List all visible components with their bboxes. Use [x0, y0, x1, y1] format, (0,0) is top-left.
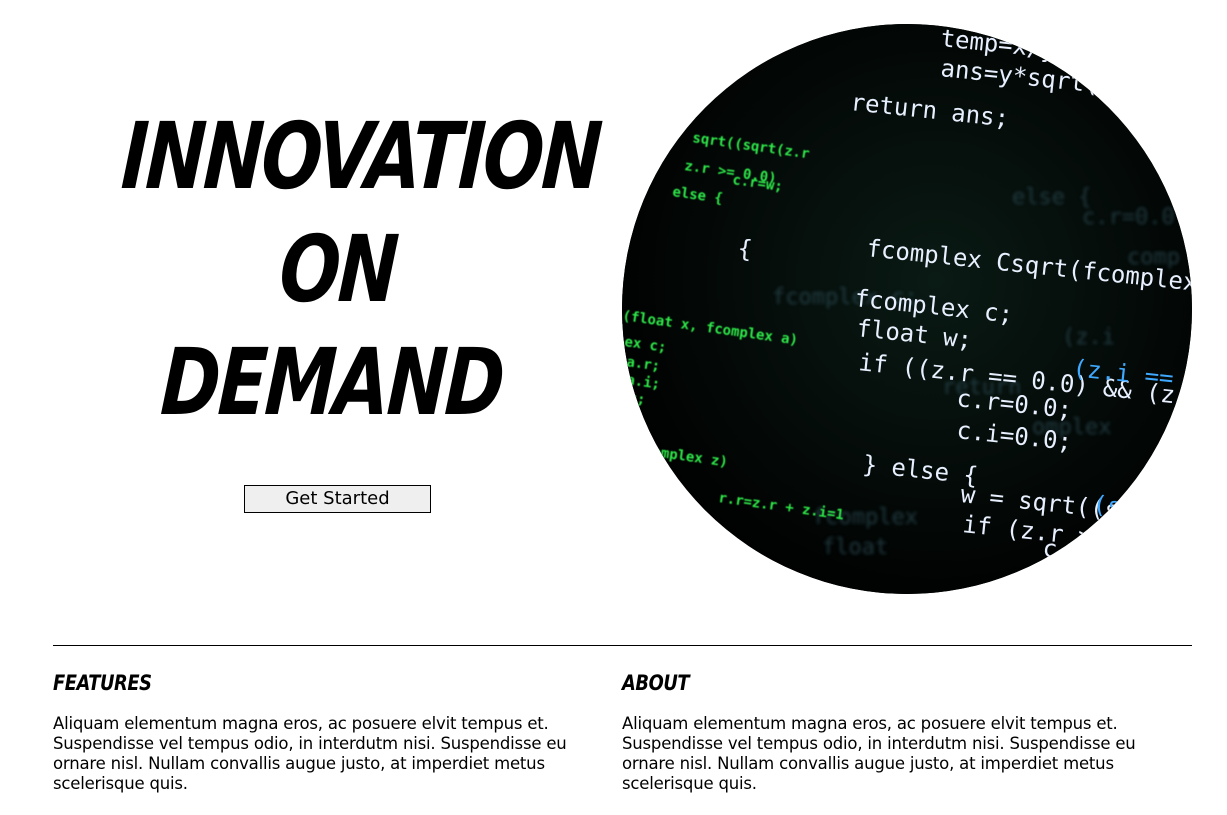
hero-title-line-3: DEMAND — [158, 329, 506, 436]
features-body: Aliquam elementum magna eros, ac posuere… — [53, 714, 567, 793]
features-heading: FEATURES — [53, 671, 152, 695]
get-started-button[interactable]: Get Started — [244, 485, 431, 513]
hero-section: INNOVATION ON DEMAND Get Started fcomple… — [0, 0, 1227, 620]
code-image-graphic: fcomplex c;returnc.r=0.0omplexfcomplexfl… — [622, 24, 1192, 594]
about-section: ABOUT Aliquam elementum magna eros, ac p… — [622, 668, 1167, 794]
code-line: c.r — [1041, 534, 1087, 566]
features-section: FEATURES Aliquam elementum magna eros, a… — [53, 668, 598, 794]
hero-code-image: fcomplex c; return c.r=0.0 omplex fcomplex fl… — [622, 24, 1192, 594]
code-highlight: (sqrt(z.r — [1091, 490, 1192, 531]
blurred-code: float — [822, 535, 888, 560]
section-divider — [53, 645, 1192, 646]
blurred-code: else { — [1012, 185, 1091, 210]
hero-title-line-1: INNOVATION — [118, 103, 603, 210]
hero-title-line-2: ON — [276, 216, 400, 323]
green-code-line: a.i; — [625, 372, 661, 393]
about-heading: ABOUT — [622, 671, 690, 695]
hero-text-block: INNOVATION ON DEMAND — [53, 100, 623, 439]
about-body: Aliquam elementum magna eros, ac posuere… — [622, 714, 1136, 793]
code-line: { — [736, 234, 753, 263]
green-code-line: c; — [627, 390, 646, 408]
hero-title: INNOVATION ON DEMAND — [106, 100, 603, 439]
blurred-code: c.r=0.0 — [1082, 205, 1175, 230]
blurred-code: (z.i — [1062, 325, 1115, 350]
